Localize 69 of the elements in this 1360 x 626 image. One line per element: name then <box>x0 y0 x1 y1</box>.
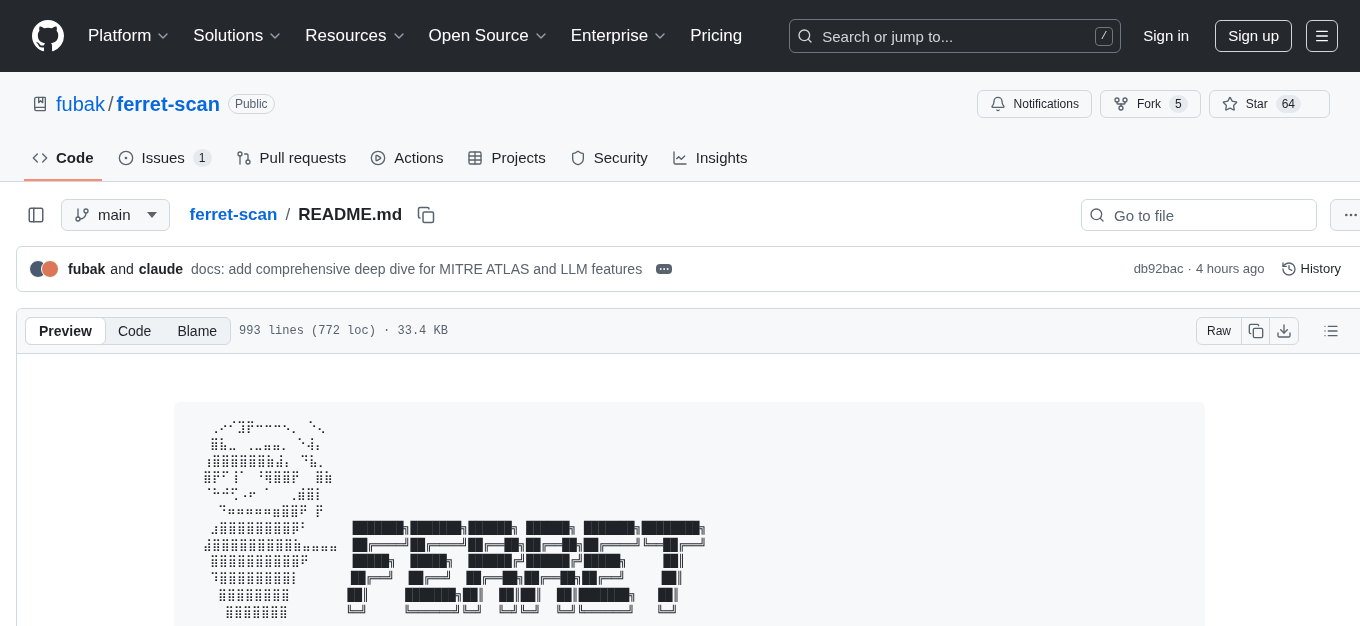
panel-icon <box>27 206 45 224</box>
repo-tab[interactable]: Actions <box>362 142 452 174</box>
repo-tab[interactable]: Security <box>561 142 656 174</box>
ascii-art: ⢀⠔⠊⣹⡟⠒⠒⠒⠢⡀ ⠑⢄ ⣿⣧⣀ ⢀⣀⣤⣤⡀ ⠑⢼⡄ ⢰⣿⣿⣿⣿⣿⣿⣷⣼⡄ ⠙⣧⡀ ⣿⡟⠋⢸⠁ ⠘⢿⣿⣿⡟ ⣿⣷ ⠈⠓⠚⢋⠠⠖ ⠁ ⢀⣾⣿⡇ ⠙⠶⠶⠶⠶⠶⣶⣿⣿⠟ ⡟ ⣰⣿⣿⣿⣿⣿⣿⣿⣿⡿⠃ ███████╗███████╗██████╗ ██████╗ ███████╗████████╗ ⣼⣿⣿⣿⣿⣿⣿⣿⣿⣿⣷⣤⣤⣤⣤ ██╔════╝██╔════╝██╔══██╗██╔══██╗██╔════╝╚══██╔══╝ ⣿⣿⣿⣿⣿⣿⣿⣿⣿⣿⠟ █████╗ █████╗ ██████╔╝██████╔╝█████╗ ██║ ⠹⣿⣿⣿⣿⣿⣿⣿⣿⡇ ██╔══╝ ██╔══╝ ██╔══██╗██╔══██╗██╔══╝ ██║ ⣿⣿⣿⣿⣿⣿⣿⣿ ██║ ███████╗██║ ██║██║ ██║███████╗ ██║ ⣿⣿⣿⣿⣿⣿⣿ ╚═╝ ╚══════╝╚═╝ ╚═╝╚═╝ ╚═╝╚══════╝ ╚═╝ <box>174 402 1205 626</box>
branch-icon <box>74 207 90 223</box>
shortcut-key: / <box>1094 27 1114 46</box>
branch-selector[interactable]: main <box>61 199 170 231</box>
play-icon <box>370 150 387 166</box>
nav-menu[interactable]: Enterprise <box>570 23 669 49</box>
notifications-button[interactable]: Notifications <box>976 90 1092 118</box>
menu-button[interactable] <box>1306 20 1338 52</box>
nav-menu[interactable]: Solutions <box>193 23 284 49</box>
sign-up-button[interactable]: Sign up <box>1215 20 1292 52</box>
nav-menu[interactable]: Platform <box>88 23 172 49</box>
author-link[interactable]: claude <box>138 258 184 280</box>
path-separator: / <box>285 204 291 227</box>
star-icon <box>1221 96 1238 112</box>
repo-tab[interactable]: Insights <box>663 142 756 174</box>
count-badge: 1 <box>192 149 212 167</box>
repo-tab[interactable]: Pull requests <box>227 142 355 174</box>
commit-sha-link[interactable]: db92bac <box>1133 259 1184 279</box>
code-icon <box>32 150 48 166</box>
download-icon <box>1276 323 1292 339</box>
nav-menu[interactable]: Open Source <box>428 23 549 49</box>
avatar-icon <box>41 260 59 278</box>
list-icon <box>1323 323 1339 339</box>
bell-icon <box>989 96 1006 112</box>
sign-in-link[interactable]: Sign in <box>1143 24 1190 48</box>
owner-link[interactable]: fubak <box>56 89 105 119</box>
count-badge: 64 <box>1275 95 1301 113</box>
repo-tab[interactable]: Issues 1 <box>109 142 220 174</box>
count-badge: 5 <box>1168 95 1188 113</box>
history-icon <box>1280 261 1297 277</box>
repo-icon <box>32 96 48 112</box>
view-mode-tab[interactable]: Blame <box>164 318 231 344</box>
star-button[interactable]: Star 64 <box>1208 90 1330 118</box>
author-link[interactable]: fubak <box>68 258 106 280</box>
menu-icon <box>1314 28 1330 44</box>
table-icon <box>467 150 484 166</box>
circle-dot-icon <box>117 150 134 166</box>
expand-message-button[interactable] <box>656 264 673 274</box>
go-to-file-field[interactable]: Go to file <box>1081 199 1317 231</box>
view-mode-tab[interactable]: Preview <box>25 317 106 345</box>
search-icon <box>797 28 814 44</box>
file-info: 993 lines (772 loc) · 33.4 KB <box>239 323 448 340</box>
fork-button[interactable]: Fork 5 <box>1099 90 1201 118</box>
pull-request-icon <box>235 150 252 166</box>
copy-icon <box>1247 323 1264 339</box>
caret-icon <box>146 212 157 218</box>
shield-icon <box>569 150 586 166</box>
file-name: README.md <box>298 204 403 227</box>
graph-icon <box>671 150 688 166</box>
conjunction-text: and <box>110 259 134 279</box>
view-mode-tab[interactable]: Code <box>104 318 165 344</box>
repo-tab[interactable]: Projects <box>459 142 554 174</box>
commit-time: 4 hours ago <box>1195 260 1265 279</box>
repo-tab[interactable]: Code <box>24 142 102 174</box>
repo-name-link[interactable]: ferret-scan <box>116 89 220 119</box>
repo-breadcrumb-link[interactable]: ferret-scan <box>189 202 278 228</box>
path-separator: / <box>107 92 114 117</box>
fork-icon <box>1112 96 1129 112</box>
copy-icon <box>417 206 436 224</box>
nav-menu[interactable]: Resources <box>305 23 407 49</box>
history-button[interactable]: History <box>1280 259 1341 279</box>
nav-link[interactable]: Pricing <box>690 23 743 49</box>
commit-message-link[interactable]: docs: add comprehensive deep dive for MITRE ATLAS and LLM features <box>191 258 643 280</box>
search-icon <box>1089 207 1105 223</box>
separator-dot: · <box>1187 260 1192 279</box>
octocat-logo[interactable] <box>32 20 64 52</box>
